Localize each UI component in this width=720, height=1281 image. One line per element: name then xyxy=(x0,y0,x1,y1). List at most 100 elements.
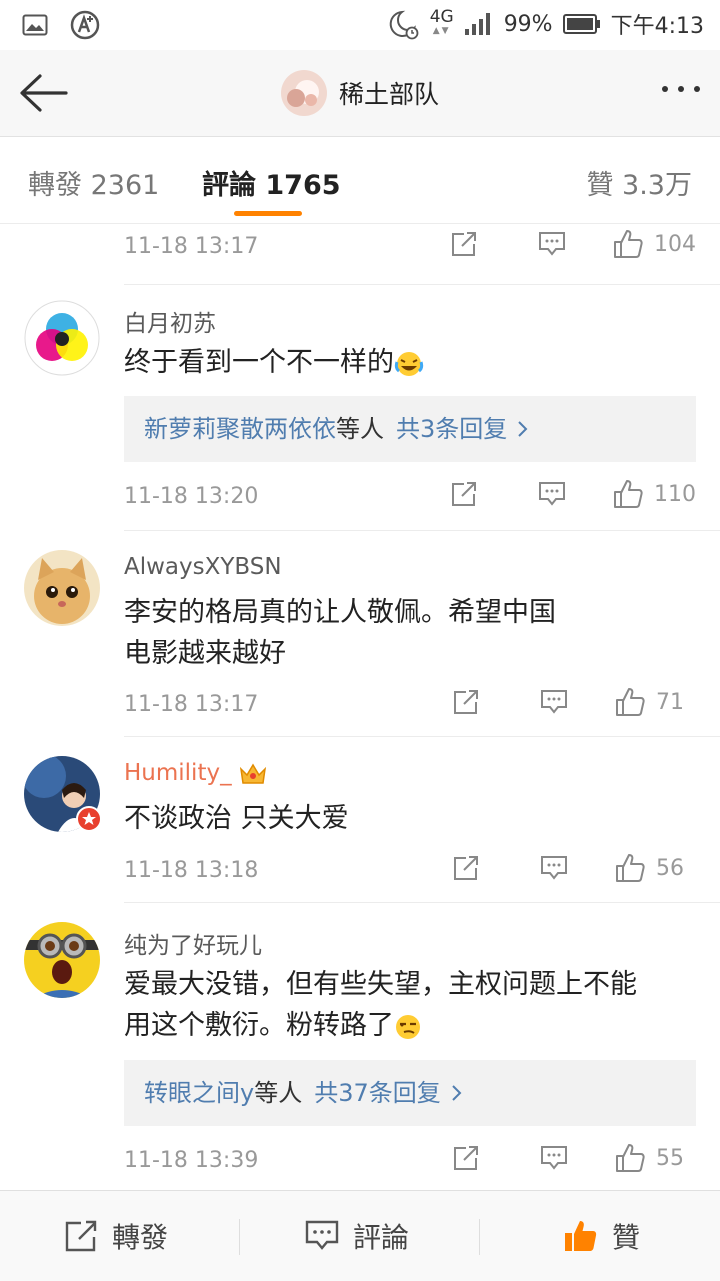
more-dots-icon xyxy=(694,86,700,92)
repost-button[interactable]: 轉發 xyxy=(64,1191,168,1281)
comment-author-name: Humility_ xyxy=(124,760,232,786)
comment-text-content: 终于看到一个不一样的 xyxy=(124,347,394,378)
reply-summary[interactable]: 转眼之间y 等人 共37条回复 xyxy=(124,1060,696,1126)
reply-summary[interactable]: 新萝莉聚散两依依 等人 共3条回复 xyxy=(124,396,696,462)
comment-meta: 11-18 13:18 56 xyxy=(124,852,700,892)
comment-time: 11-18 13:39 xyxy=(124,1148,259,1173)
thumbs-up-filled-icon xyxy=(562,1218,598,1254)
comment-author[interactable]: Humility_ xyxy=(124,760,268,787)
reply-count[interactable]: 共3条回复 xyxy=(396,396,507,462)
smirk-emoji-icon xyxy=(394,1013,422,1041)
like-post-button[interactable]: 贊 xyxy=(562,1191,640,1281)
reply-button[interactable] xyxy=(538,231,566,257)
comment-meta: 11-18 13:20 110 xyxy=(124,478,700,518)
reply-button[interactable] xyxy=(540,855,568,881)
like-button[interactable]: 71 xyxy=(614,686,696,718)
nav-bar: 稀土部队 xyxy=(0,50,720,137)
comment-time: 11-18 13:20 xyxy=(124,484,259,509)
avatar[interactable] xyxy=(280,70,327,116)
share-button[interactable] xyxy=(452,688,480,716)
tab-comments[interactable]: 評論 1765 xyxy=(202,163,341,202)
like-button[interactable]: 55 xyxy=(614,1142,696,1174)
like-button[interactable]: 56 xyxy=(614,852,696,884)
comment-text: 终于看到一个不一样的 xyxy=(124,342,700,383)
share-icon xyxy=(452,688,480,716)
thumbs-up-icon xyxy=(614,686,646,718)
comment-text: 不谈政治 只关大爱 xyxy=(124,803,349,834)
comment-text: 爱最大没错，但有些失望，主权问题上不能 用这个敷衍。粉转路了 xyxy=(124,964,700,1046)
tab-repost[interactable]: 轉發 2361 xyxy=(28,163,159,202)
like-button[interactable]: 104 xyxy=(612,228,696,260)
moon-alarm-icon xyxy=(386,8,420,40)
comment-button[interactable]: 評論 xyxy=(305,1191,409,1281)
tab-likes[interactable]: 贊 3.3万 xyxy=(586,163,692,202)
signal-icon xyxy=(464,12,494,36)
reply-count[interactable]: 共37条回复 xyxy=(314,1060,441,1126)
comment-meta: 11-18 13:17 71 xyxy=(124,686,700,726)
comment-text-content: 用这个敷衍。粉转路了 xyxy=(124,1010,394,1041)
avatar[interactable] xyxy=(24,300,100,376)
tab-bar: 轉發 2361 評論 1765 贊 3.3万 xyxy=(0,137,720,224)
comment-text-line: 爱最大没错，但有些失望，主权问题上不能 xyxy=(124,969,637,1000)
comment-icon xyxy=(305,1220,339,1252)
reply-users-suffix: 等人 xyxy=(336,415,384,443)
avatar[interactable] xyxy=(24,922,100,998)
comment-author[interactable]: AlwaysXYBSN xyxy=(124,554,282,580)
comment-text-line: 李安的格局真的让人敬佩。希望中国 xyxy=(124,597,556,628)
reply-users-suffix: 等人 xyxy=(254,1079,303,1107)
comment-meta: 11-18 13:17 104 xyxy=(124,228,700,268)
avatar[interactable] xyxy=(24,550,100,626)
comment-author[interactable]: 纯为了好玩儿 xyxy=(124,926,262,960)
share-button[interactable] xyxy=(452,854,480,882)
divider xyxy=(239,1219,240,1255)
repost-label: 轉發 xyxy=(112,1221,169,1254)
comment-icon xyxy=(538,231,566,257)
comment-time: 11-18 13:18 xyxy=(124,858,259,883)
comment-author[interactable]: 白月初苏 xyxy=(124,304,216,338)
reply-button[interactable] xyxy=(540,689,568,715)
share-icon xyxy=(450,230,478,258)
reply-users[interactable]: 转眼之间y xyxy=(144,1060,254,1126)
comment-list[interactable]: 11-18 13:17 104 白月初苏 终于看到一个不一样的 新萝莉聚散两依依… xyxy=(0,224,720,1190)
like-button[interactable]: 110 xyxy=(612,478,696,510)
more-button[interactable] xyxy=(662,86,700,92)
share-icon xyxy=(450,480,478,508)
like-count: 104 xyxy=(654,231,696,257)
active-tab-indicator xyxy=(234,211,302,216)
share-button[interactable] xyxy=(450,230,478,258)
comment-icon xyxy=(540,1145,568,1171)
chevron-right-icon xyxy=(517,420,529,438)
share-icon xyxy=(452,854,480,882)
battery-icon xyxy=(562,13,601,35)
profile-title[interactable]: 稀土部队 xyxy=(0,70,720,116)
thumbs-up-icon xyxy=(614,852,646,884)
reply-button[interactable] xyxy=(540,1145,568,1171)
like-count: 110 xyxy=(654,481,696,507)
comment-text-line: 用这个敷衍。粉转路了 xyxy=(124,1005,700,1046)
a-circle-icon xyxy=(70,10,100,40)
comment-icon xyxy=(538,481,566,507)
battery-percent: 99% xyxy=(503,11,553,37)
avatar[interactable] xyxy=(24,756,102,832)
like-count: 55 xyxy=(656,1145,684,1171)
comment-text-line: 电影越来越好 xyxy=(124,638,286,669)
reply-button[interactable] xyxy=(538,481,566,507)
share-button[interactable] xyxy=(452,1144,480,1172)
comment-time: 11-18 13:17 xyxy=(124,692,259,717)
comment-icon xyxy=(540,855,568,881)
reply-users[interactable]: 新萝莉聚散两依依 xyxy=(144,396,336,462)
comment-icon xyxy=(540,689,568,715)
like-count: 71 xyxy=(656,689,684,715)
status-bar: 4G ▲▼ 99% 下午4:13 xyxy=(0,0,720,50)
like-count: 56 xyxy=(656,855,684,881)
comment-meta: 11-18 13:39 55 xyxy=(124,1142,700,1182)
network-type: 4G ▲▼ xyxy=(429,7,454,37)
bottom-action-bar: 轉發 評論 贊 xyxy=(0,1190,720,1281)
more-dots-icon xyxy=(678,86,684,92)
share-icon xyxy=(452,1144,480,1172)
thumbs-up-icon xyxy=(612,228,644,260)
share-button[interactable] xyxy=(450,480,478,508)
laugh-cry-emoji-icon xyxy=(394,350,424,378)
comment-text: 李安的格局真的让人敬佩。希望中国 电影越来越好 xyxy=(124,592,700,674)
chevron-right-icon xyxy=(451,1084,463,1102)
